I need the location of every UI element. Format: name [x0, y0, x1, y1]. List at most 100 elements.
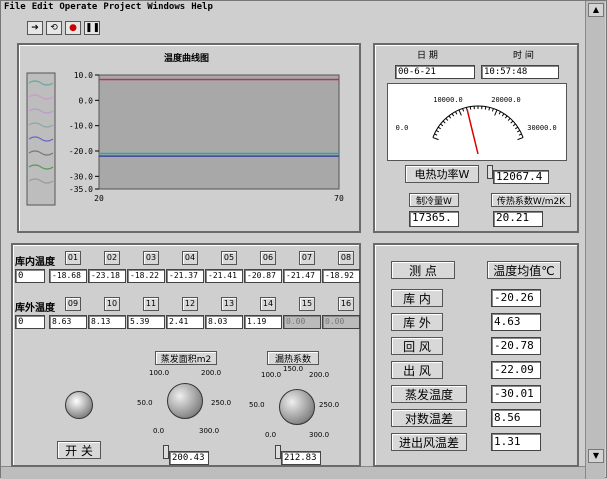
inner-temp-value-05: -21.41	[205, 269, 243, 283]
evap-area-label: 蒸发面积m2	[155, 351, 217, 365]
date-label: 日 期	[417, 48, 438, 61]
meter-tick	[508, 118, 510, 120]
inner-temp-value-03: -18.22	[127, 269, 165, 283]
y-tick-label-0: 10.0	[74, 71, 93, 80]
meter-tick	[455, 112, 456, 115]
point-header: 测 点	[391, 261, 455, 279]
outer-temp-channel-12: 12	[182, 297, 198, 311]
loss-stepper[interactable]: 212.83	[275, 445, 321, 465]
scroll-down-icon[interactable]: ▼	[588, 449, 604, 463]
meter-tick	[499, 112, 500, 115]
scroll-up-icon[interactable]: ▲	[588, 3, 604, 17]
evap-tick-100: 100.0	[149, 369, 169, 377]
meter-tick	[502, 114, 504, 117]
y-tick-label-2: -10.0	[69, 122, 93, 131]
outer-temp-value-15: 0.00	[283, 315, 321, 329]
loss-tick-0: 0.0	[265, 431, 276, 439]
menu-item-help[interactable]: Help	[191, 2, 213, 16]
time-field: 10:57:48	[481, 65, 559, 79]
meter-tick	[515, 127, 517, 129]
menu-item-project[interactable]: Project	[103, 2, 141, 16]
evap-stepper[interactable]: 200.43	[163, 445, 209, 465]
menu-item-edit[interactable]: Edit	[32, 2, 54, 16]
menu-item-windows[interactable]: Windows	[147, 2, 185, 16]
horizontal-scrollbar[interactable]	[1, 466, 585, 479]
meter-tick	[446, 118, 448, 120]
meter-needle	[467, 109, 478, 154]
outer-temp-channel-16: 16	[338, 297, 354, 311]
cooling-label: 制冷量W	[409, 193, 459, 207]
inner-temp-channel-06: 06	[260, 251, 276, 265]
y-tick-label-4: -30.0	[69, 172, 93, 181]
loss-tick-100: 100.0	[261, 371, 281, 379]
inner-index[interactable]: 0	[15, 269, 45, 283]
run-arrow-icon[interactable]: ➔	[27, 21, 43, 35]
meter-tick-label-2: 20000.0	[491, 96, 521, 104]
chart-panel: 温度曲线图 10.00.0-10.0-20.0-30.0-35.02070	[17, 43, 361, 233]
evap-tick-200: 200.0	[201, 369, 221, 377]
inner-temp-value-06: -20.87	[244, 269, 282, 283]
cooling-value: 17365.	[409, 211, 459, 227]
measure-row-label: 库 内	[391, 289, 443, 307]
labview-window: File Edit Operate Project Windows Help ➔ ⟲ ● …	[0, 0, 607, 478]
loss-value: 212.83	[281, 451, 321, 465]
loss-tick-300: 300.0	[309, 431, 329, 439]
meter-tick	[434, 134, 437, 135]
outer-temp-value-12: 2.41	[166, 315, 204, 329]
meter-panel: 日 期 时 间 00-6-21 10:57:48 0.010000.020000…	[373, 43, 579, 233]
measure-row-label: 库 外	[391, 313, 443, 331]
loss-coef-label: 漏热系数	[267, 351, 319, 365]
meter-tick	[511, 121, 513, 123]
meter-tick	[443, 121, 445, 123]
avg-header: 温度均值℃	[487, 261, 561, 279]
x-tick-label-0: 20	[94, 194, 104, 203]
switch-label: 开 关	[57, 441, 101, 459]
power-switch[interactable]	[65, 391, 93, 419]
outer-index[interactable]: 0	[15, 315, 45, 329]
meter-tick	[441, 124, 443, 126]
outer-temp-channel-15: 15	[299, 297, 315, 311]
inner-temp-channel-07: 07	[299, 251, 315, 265]
meter-tick	[459, 110, 461, 116]
meter-tick	[489, 107, 490, 110]
power-stepper[interactable]: 12067.4	[487, 165, 549, 184]
abort-stop-icon[interactable]: ●	[65, 21, 81, 35]
meter-tick	[433, 138, 439, 140]
measure-row-label: 回 风	[391, 337, 443, 355]
inner-temp-value-07: -21.47	[283, 269, 321, 283]
pause-icon[interactable]: ❚❚	[84, 21, 100, 35]
evap-tick-250: 250.0	[211, 399, 231, 407]
measure-row-value: -22.09	[491, 361, 541, 379]
outer-temp-label: 库外温度	[15, 299, 55, 314]
inner-temp-channel-05: 05	[221, 251, 237, 265]
measurement-panel: 测 点 温度均值℃ 库 内-20.26库 外4.63回 风-20.78出 风-2…	[373, 243, 579, 467]
meter-tick	[463, 109, 464, 112]
vertical-scrollbar[interactable]: ▲ ▼	[585, 1, 605, 479]
power-value: 12067.4	[493, 170, 549, 184]
menu-item-operate[interactable]: Operate	[59, 2, 97, 16]
outer-temp-channel-14: 14	[260, 297, 276, 311]
evap-area-knob[interactable]	[167, 383, 203, 419]
measure-row-value: -20.78	[491, 337, 541, 355]
outer-temp-value-10: 8.13	[88, 315, 126, 329]
outer-temp-value-09: 8.63	[49, 315, 87, 329]
measure-row-value: 4.63	[491, 313, 541, 331]
meter-tick	[436, 130, 439, 131]
run-continuous-icon[interactable]: ⟲	[46, 21, 62, 35]
loss-coef-knob[interactable]	[279, 389, 315, 425]
inner-temp-channel-03: 03	[143, 251, 159, 265]
temperature-chart: 10.00.0-10.0-20.0-30.0-35.02070	[19, 45, 359, 231]
menu-item-file[interactable]: File	[4, 2, 26, 16]
meter-tick	[519, 134, 522, 135]
toolbar: ➔ ⟲ ● ❚❚	[27, 21, 100, 35]
time-label: 时 间	[513, 48, 534, 61]
power-meter: 0.010000.020000.030000.0	[387, 83, 567, 161]
meter-tick	[517, 138, 523, 140]
outer-temp-value-11: 5.39	[127, 315, 165, 329]
loss-tick-150: 150.0	[283, 365, 303, 373]
temperature-panel: 库内温度 0102030405060708 0 -18.68-23.18-18.…	[11, 243, 361, 467]
evap-tick-0: 0.0	[153, 427, 164, 435]
outer-temp-channel-11: 11	[143, 297, 159, 311]
y-tick-label-1: 0.0	[79, 96, 94, 105]
y-tick-label-5: -35.0	[69, 185, 93, 194]
